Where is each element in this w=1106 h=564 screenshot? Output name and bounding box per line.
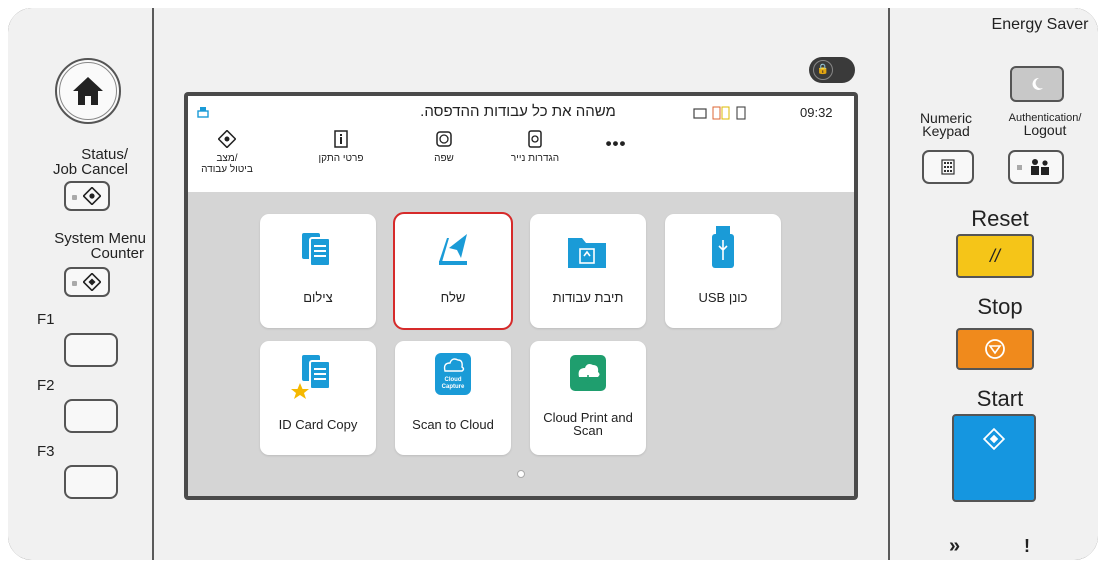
toolbar-item-device-info[interactable]: פרטי התקן (306, 130, 376, 164)
reset-button[interactable]: // (956, 234, 1034, 278)
toolbar-item-status[interactable]: מצב/ ביטול עבודה (193, 129, 261, 175)
printer-status-icon (197, 107, 209, 118)
f2-button[interactable] (64, 399, 118, 433)
paper-settings-icon (528, 130, 542, 148)
f3-button[interactable] (64, 465, 118, 499)
authentication-logout-label: Authentication/ Logout (1008, 112, 1082, 138)
toner-icon (712, 106, 730, 120)
system-menu-button[interactable] (64, 267, 110, 297)
processing-indicator: » (949, 535, 961, 557)
status-bar: משהה את כל עבודות ההדפסה. 09:32 מצב/ ביט… (188, 96, 854, 192)
device-info-icon (334, 130, 348, 148)
stop-label: Stop (977, 294, 1023, 319)
moon-icon (1032, 77, 1043, 90)
attention-indicator: ! (1024, 536, 1030, 556)
copy-icon (302, 233, 331, 267)
cloud-print-scan-icon (570, 355, 606, 391)
authentication-logout-button[interactable] (1008, 150, 1064, 184)
tile-send[interactable]: שלח (393, 212, 513, 330)
page-indicator-dot (517, 470, 525, 478)
home-button[interactable] (55, 58, 121, 124)
touch-screen: משהה את כל עבודות ההדפסה. 09:32 מצב/ ביט… (188, 96, 854, 496)
toolbar-item-more[interactable]: ••• (596, 134, 636, 154)
job-box-icon (568, 238, 606, 268)
status-job-cancel-label: Status/ Job Cancel (52, 146, 128, 178)
lock-toggle[interactable]: 🔒 (809, 57, 855, 83)
send-icon (439, 234, 467, 265)
reset-icon: // (989, 245, 1000, 266)
f3-label: F3 (37, 443, 55, 460)
lock-icon: 🔒 (813, 60, 833, 80)
status-icon (217, 129, 237, 149)
tile-scan-to-cloud[interactable]: Cloud Capture Scan to Cloud (395, 341, 511, 455)
stop-button[interactable] (956, 328, 1034, 370)
clock: 09:32 (800, 105, 833, 120)
tile-copy[interactable]: צילום (260, 214, 376, 328)
tile-cloud-print-scan[interactable]: Cloud Print and Scan (530, 341, 646, 455)
tile-id-card-copy[interactable]: ID Card Copy (260, 341, 376, 455)
paper-level-icon (736, 106, 746, 120)
stop-icon (985, 339, 1005, 359)
more-icon: ••• (605, 134, 627, 153)
system-menu-icon (83, 273, 101, 291)
status-job-cancel-button[interactable] (64, 181, 110, 211)
language-icon (436, 131, 452, 147)
cast-icon (693, 108, 707, 119)
tile-job-box[interactable]: תיבת עבודות (530, 214, 646, 328)
scan-to-cloud-icon: Cloud Capture (435, 353, 471, 395)
keypad-icon (941, 159, 955, 175)
start-icon (983, 428, 1005, 450)
usb-icon (712, 226, 734, 268)
start-button[interactable] (952, 414, 1036, 502)
f1-button[interactable] (64, 333, 118, 367)
numeric-keypad-label: Numeric Keypad (919, 110, 973, 139)
users-icon (1031, 159, 1049, 175)
f1-label: F1 (37, 311, 55, 328)
tile-usb-drive[interactable]: כונן USB (665, 214, 781, 328)
id-card-copy-icon (291, 355, 331, 399)
toolbar-item-language[interactable]: שפה (414, 130, 474, 164)
energy-saver-label: Energy Saver (991, 16, 1089, 33)
toolbar-item-paper-settings[interactable]: הגדרות נייר (498, 130, 572, 164)
start-label: Start (976, 386, 1024, 411)
energy-saver-button[interactable] (1010, 66, 1064, 102)
status-message: משהה את כל עבודות ההדפסה. (420, 103, 616, 120)
reset-label: Reset (971, 206, 1029, 231)
system-menu-label: System Menu Counter (54, 230, 146, 262)
home-icon (73, 77, 103, 105)
status-icon (83, 187, 101, 205)
f2-label: F2 (37, 377, 55, 394)
numeric-keypad-button[interactable] (922, 150, 974, 184)
